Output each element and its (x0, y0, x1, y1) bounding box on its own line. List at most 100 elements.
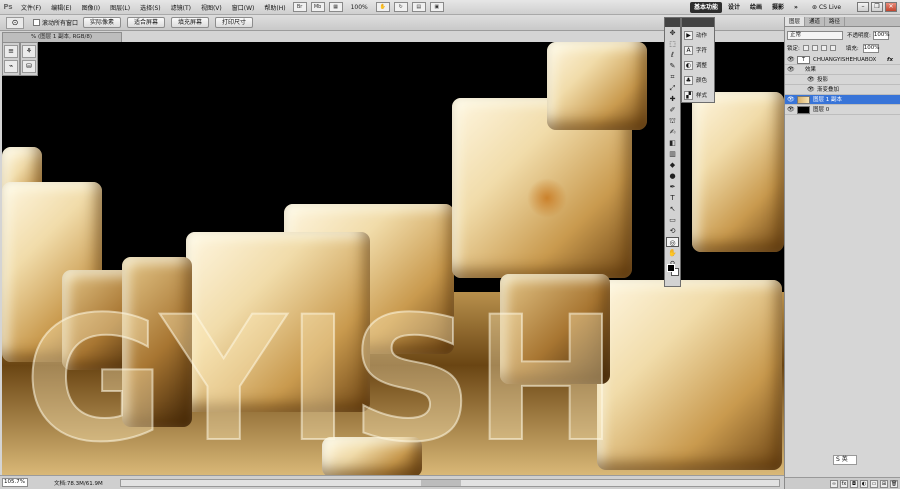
tab-paths[interactable]: 路径 (825, 17, 846, 26)
view-extras-icon[interactable]: ▦ (328, 2, 343, 12)
quick-select-tool-icon[interactable]: ✎ (666, 61, 679, 71)
eraser-tool-icon[interactable]: ◧ (666, 138, 679, 148)
effect-row[interactable]: 👁 渐变叠加 (785, 85, 900, 95)
add-mask-icon[interactable]: ◘ (850, 479, 858, 488)
workspace-essentials-button[interactable]: 基本功能 (690, 2, 723, 13)
minimize-icon[interactable]: – (857, 2, 869, 12)
new-layer-icon[interactable]: ⊞ (880, 479, 888, 488)
cs-live-button[interactable]: ⊛ CS Live (812, 2, 841, 13)
lock-all-icon[interactable] (829, 45, 836, 51)
adjustments-panel-button[interactable]: ◐ 调整 (682, 58, 714, 72)
fit-screen-button[interactable]: 适合屏幕 (127, 17, 165, 28)
visibility-eye-icon[interactable]: 👁 (807, 87, 815, 93)
menu-window[interactable]: 窗口(W) (227, 3, 260, 12)
screen-mode-icon[interactable]: ▣ (429, 2, 444, 12)
workspace-painting-button[interactable]: 绘画 (746, 2, 766, 13)
visibility-eye-icon[interactable]: 👁 (787, 97, 795, 103)
menu-edit[interactable]: 编辑(E) (46, 3, 76, 12)
shape-tool-icon[interactable]: ▭ (666, 215, 679, 225)
menu-select[interactable]: 选择(S) (135, 3, 166, 12)
horizontal-scrollbar[interactable] (120, 479, 780, 487)
move-tool-icon[interactable]: ✥ (666, 28, 679, 38)
status-zoom-field[interactable]: 105.7% (2, 478, 28, 487)
clone-stamp-tool-icon[interactable]: ⛫ (666, 116, 679, 126)
minibridge-icon[interactable]: Mb (310, 2, 325, 12)
print-size-button[interactable]: 打印尺寸 (215, 17, 253, 28)
layer-row-selected[interactable]: 👁 图层 1 副本 (785, 95, 900, 105)
actual-pixels-button[interactable]: 实际像素 (83, 17, 121, 28)
character-panel-button[interactable]: A 字符 (682, 43, 714, 57)
3d-rotate-tool-icon[interactable]: ⟲ (666, 226, 679, 236)
tab-channels[interactable]: 通道 (805, 17, 826, 26)
menu-help[interactable]: 帮助(H) (259, 3, 290, 12)
color-panel-button[interactable]: ♣ 颜色 (682, 73, 714, 87)
fill-screen-button[interactable]: 填充屏幕 (171, 17, 209, 28)
tab-layers[interactable]: 图层 (785, 17, 806, 26)
arrange-docs-icon[interactable]: ▤ (411, 2, 426, 12)
pen-tool-icon[interactable]: ✒ (666, 182, 679, 192)
blend-mode-select[interactable]: 正常 (787, 30, 843, 40)
flyout-header[interactable] (682, 18, 714, 27)
clone-source-icon[interactable]: ⚘ (22, 45, 36, 58)
close-icon[interactable]: ✕ (885, 2, 897, 12)
menu-file[interactable]: 文件(F) (16, 3, 46, 12)
lock-position-icon[interactable] (820, 45, 827, 51)
type-tool-icon[interactable]: T (666, 193, 679, 203)
layer-row[interactable]: 👁 T CHUANGYISHEHUABOX fx (785, 55, 900, 65)
fx-icon[interactable]: fx (887, 55, 893, 65)
restore-icon[interactable]: ❐ (871, 2, 883, 12)
lasso-tool-icon[interactable]: ℓ (666, 50, 679, 60)
styles-panel-button[interactable]: ▞ 样式 (682, 88, 714, 102)
document-size-info[interactable]: 文档:78.3M/61.9M (54, 479, 103, 487)
bridge-icon[interactable]: Br (292, 2, 307, 12)
3d-orbit-tool-icon[interactable]: ◎ (666, 237, 679, 247)
tools-panel-header[interactable] (665, 18, 680, 27)
workspace-photography-button[interactable]: 摄影 (768, 2, 788, 13)
trash-icon[interactable]: 🗑 (890, 479, 898, 488)
menu-filter[interactable]: 滤镜(T) (166, 3, 196, 12)
zoom-level-select[interactable]: 100% (351, 4, 368, 11)
path-select-tool-icon[interactable]: ↖ (666, 204, 679, 214)
tool-preset-icon[interactable]: ⛁ (22, 60, 36, 73)
adjustment-layer-icon[interactable]: ◐ (860, 479, 868, 488)
effect-row[interactable]: 👁 效果 (785, 65, 900, 75)
fill-field[interactable]: 100% (862, 43, 879, 53)
eyedropper-tool-icon[interactable]: ⤢ (666, 83, 679, 93)
add-style-icon[interactable]: fx (840, 479, 848, 488)
visibility-eye-icon[interactable]: 👁 (807, 77, 815, 83)
history-brush-tool-icon[interactable]: ✍ (666, 127, 679, 137)
lock-transparent-icon[interactable] (802, 45, 809, 51)
scroll-all-windows-checkbox[interactable] (33, 19, 40, 26)
brush-tool-icon[interactable]: ✐ (666, 105, 679, 115)
menu-view[interactable]: 视图(V) (196, 3, 227, 12)
crop-tool-icon[interactable]: ⌗ (666, 72, 679, 82)
marquee-tool-icon[interactable]: ⬚ (666, 39, 679, 49)
blur-tool-icon[interactable]: ◆ (666, 160, 679, 170)
workspace-more-button[interactable]: » (790, 2, 802, 13)
actions-panel-button[interactable]: ▶ 动作 (682, 28, 714, 42)
brush-preset-icon[interactable]: ⌁ (4, 60, 18, 73)
link-layers-icon[interactable]: ∞ (830, 479, 838, 488)
foreground-color-swatch[interactable] (667, 264, 675, 272)
workspace-design-button[interactable]: 设计 (724, 2, 744, 13)
dodge-tool-icon[interactable]: ● (666, 171, 679, 181)
zoom-tool-preset-icon[interactable]: ⊙ (6, 17, 24, 29)
opacity-field[interactable]: 100% (872, 30, 890, 40)
document-tab[interactable]: % (图层 1 副本, RGB/8) (2, 32, 122, 42)
menu-image[interactable]: 图像(I) (77, 3, 105, 12)
scrollbar-thumb[interactable] (421, 480, 461, 486)
layer-row[interactable]: 👁 图层 0 (785, 105, 900, 115)
healing-brush-tool-icon[interactable]: ✚ (666, 94, 679, 104)
effect-row[interactable]: 👁 投影 (785, 75, 900, 85)
visibility-eye-icon[interactable]: 👁 (787, 67, 795, 73)
lock-pixels-icon[interactable] (811, 45, 818, 51)
history-icon[interactable]: ≡ (4, 45, 18, 58)
gradient-tool-icon[interactable]: ▥ (666, 149, 679, 159)
hand-icon[interactable]: ✋ (375, 2, 390, 12)
visibility-eye-icon[interactable]: 👁 (787, 57, 795, 63)
new-group-icon[interactable]: ▭ (870, 479, 878, 488)
ime-indicator[interactable]: S 英 (833, 455, 857, 465)
visibility-eye-icon[interactable]: 👁 (787, 107, 795, 113)
rotate-view-icon[interactable]: ↻ (393, 2, 408, 12)
hand-tool-icon[interactable]: ✋ (666, 248, 679, 258)
